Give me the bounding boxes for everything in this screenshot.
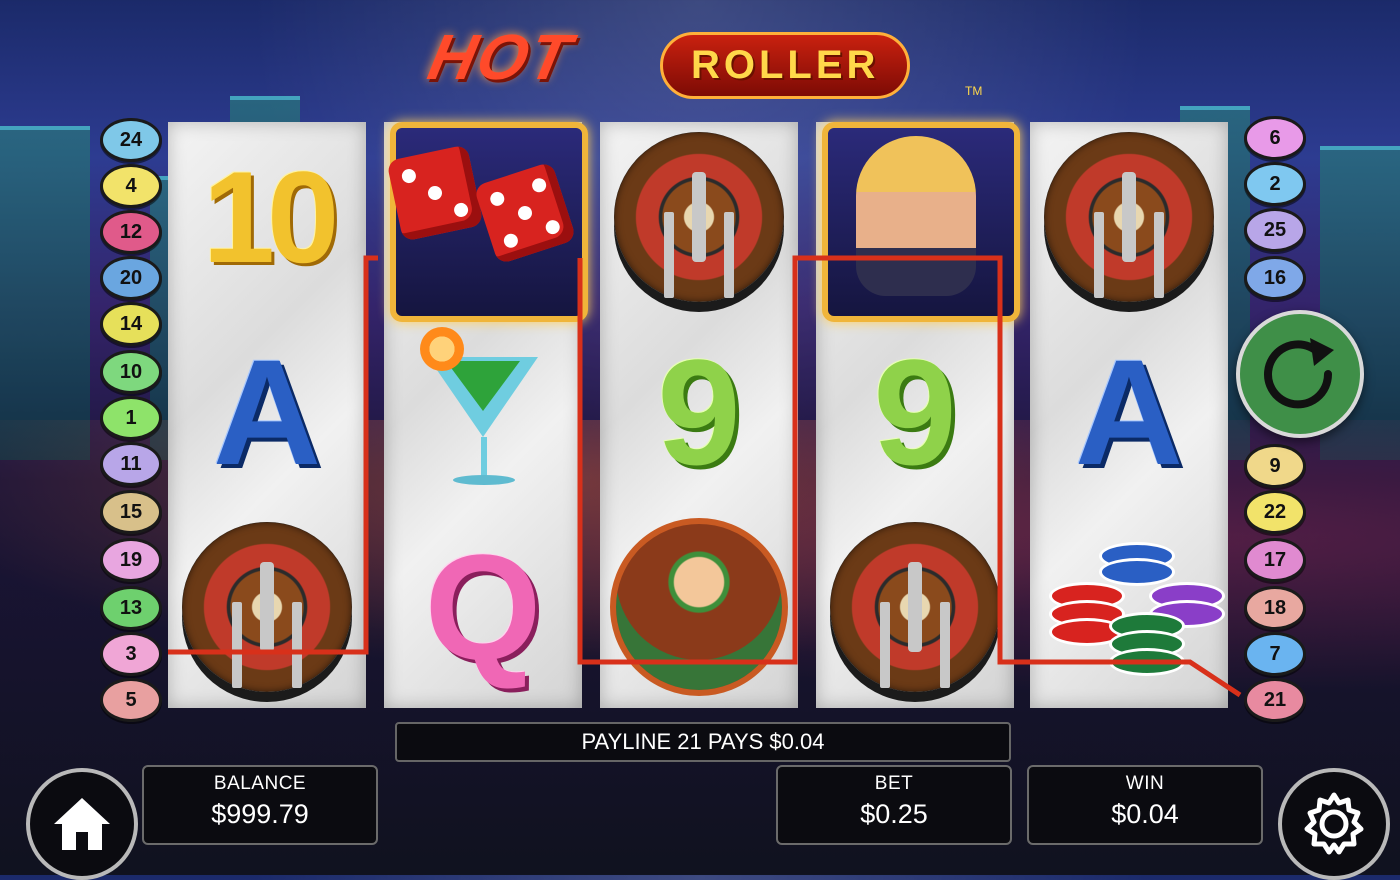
symbol-roulette-wheel bbox=[168, 512, 366, 702]
payline-badge: 19 bbox=[100, 538, 162, 582]
reel-5: A bbox=[1030, 122, 1228, 708]
symbol-nine: 9 bbox=[816, 317, 1014, 507]
payline-badge: 22 bbox=[1244, 490, 1306, 534]
payline-badge: 21 bbox=[1244, 678, 1306, 722]
payline-badge: 1 bbox=[100, 396, 162, 440]
payline-badge: 24 bbox=[100, 118, 162, 162]
payline-badge: 13 bbox=[100, 586, 162, 630]
croupier-icon bbox=[610, 518, 788, 696]
payline-badge: 6 bbox=[1244, 116, 1306, 160]
reel-4: 9 bbox=[816, 122, 1020, 708]
win-message-bar: PAYLINE 21 PAYS $0.04 bbox=[395, 722, 1011, 762]
bet-panel[interactable]: BET $0.25 bbox=[776, 765, 1012, 845]
balance-value: $999.79 bbox=[211, 799, 309, 829]
symbol-dice-wild bbox=[384, 122, 588, 322]
casino-chips-icon bbox=[1039, 522, 1225, 692]
spin-button[interactable] bbox=[1236, 310, 1364, 438]
payline-badge: 12 bbox=[100, 210, 162, 254]
payline-badge: 25 bbox=[1244, 208, 1306, 252]
home-icon bbox=[54, 798, 110, 850]
symbol-queen: Q bbox=[384, 512, 582, 702]
symbol-casino-chips bbox=[1030, 512, 1228, 702]
reel-grid: 10 A Q 9 9 A bbox=[168, 122, 1228, 708]
spin-icon bbox=[1264, 338, 1334, 409]
martini-glass-icon bbox=[418, 327, 548, 497]
reel-1: 10 A bbox=[168, 122, 366, 708]
win-label: WIN bbox=[1125, 773, 1165, 794]
settings-button[interactable] bbox=[1278, 768, 1390, 880]
payline-badge: 20 bbox=[100, 256, 162, 300]
reel-3: 9 bbox=[600, 122, 798, 708]
symbol-martini bbox=[384, 317, 582, 507]
payline-badge: 2 bbox=[1244, 162, 1306, 206]
payline-badge: 14 bbox=[100, 302, 162, 346]
win-value: $0.04 bbox=[1111, 799, 1179, 829]
payline-badge: 4 bbox=[100, 164, 162, 208]
payline-badge: 15 bbox=[100, 490, 162, 534]
red-die-icon bbox=[386, 144, 484, 242]
symbol-showgirl-wild bbox=[816, 122, 1020, 322]
roulette-wheel-icon bbox=[182, 522, 352, 692]
symbol-ace-text: A bbox=[212, 327, 322, 496]
payline-badge: 5 bbox=[100, 678, 162, 722]
roulette-wheel-icon bbox=[830, 522, 1000, 692]
symbol-ace: A bbox=[168, 317, 366, 507]
symbol-nine: 9 bbox=[600, 317, 798, 507]
symbol-nine-text: 9 bbox=[657, 327, 741, 496]
bet-value: $0.25 bbox=[860, 799, 928, 829]
symbol-ace: A bbox=[1030, 317, 1228, 507]
symbol-dealer bbox=[600, 512, 798, 702]
logo-trademark: TM bbox=[965, 84, 983, 98]
symbol-ace-text: A bbox=[1074, 327, 1184, 496]
symbol-roulette-wheel bbox=[816, 512, 1014, 702]
reel-2: Q bbox=[384, 122, 588, 708]
bet-label: BET bbox=[874, 773, 914, 794]
logo-roller-text: ROLLER bbox=[660, 32, 911, 99]
payline-badge: 16 bbox=[1244, 256, 1306, 300]
game-logo: HOT ROLLER TM bbox=[410, 12, 990, 102]
payline-badge: 18 bbox=[1244, 586, 1306, 630]
showgirl-icon bbox=[856, 136, 976, 296]
win-panel: WIN $0.04 bbox=[1027, 765, 1263, 845]
payline-badge: 10 bbox=[100, 350, 162, 394]
balance-panel: BALANCE $999.79 bbox=[142, 765, 378, 845]
roulette-wheel-icon bbox=[614, 132, 784, 302]
payline-badge: 11 bbox=[100, 442, 162, 486]
symbol-roulette-wheel bbox=[600, 122, 798, 312]
symbol-roulette-wheel bbox=[1030, 122, 1228, 312]
payline-badge: 17 bbox=[1244, 538, 1306, 582]
home-button[interactable] bbox=[26, 768, 138, 880]
symbol-queen-text: Q bbox=[424, 522, 542, 691]
payline-badge: 3 bbox=[100, 632, 162, 676]
balance-label: BALANCE bbox=[213, 773, 307, 794]
logo-hot-text: HOT bbox=[422, 21, 579, 93]
symbol-ten-text: 10 bbox=[202, 144, 340, 290]
symbol-ten: 10 bbox=[168, 122, 366, 312]
payline-badge: 9 bbox=[1244, 444, 1306, 488]
roulette-wheel-icon bbox=[1044, 132, 1214, 302]
payline-badge: 7 bbox=[1244, 632, 1306, 676]
gear-icon bbox=[1304, 792, 1364, 855]
symbol-nine-text: 9 bbox=[873, 327, 957, 496]
